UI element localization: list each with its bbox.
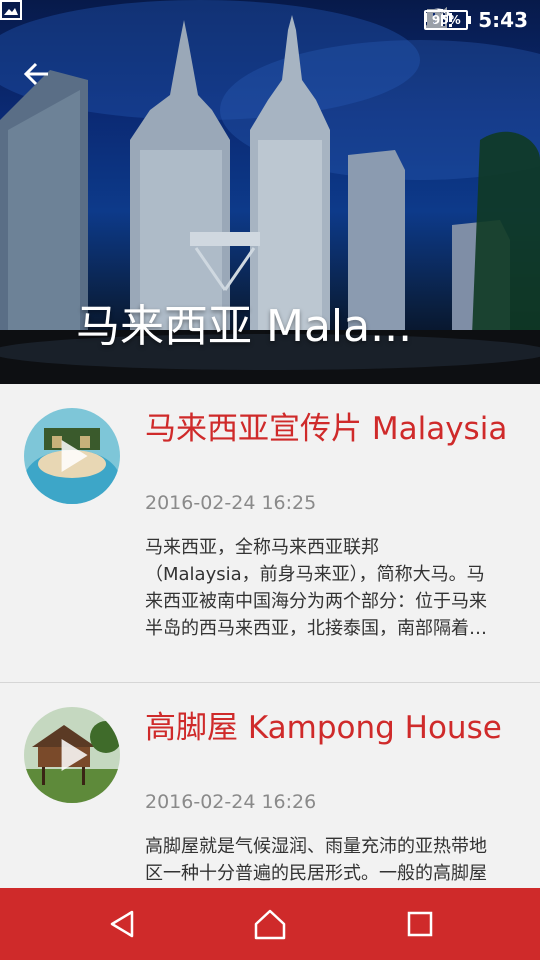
item-date: 2016-02-24 16:25 xyxy=(145,492,317,514)
item-title[interactable]: 高脚屋 Kampong House xyxy=(145,709,515,748)
video-thumbnail[interactable] xyxy=(24,408,120,504)
header-hero-image: 95% 5:43 马来西亚 Mala... xyxy=(0,0,540,384)
item-title[interactable]: 马来西亚宣传片 Malaysia xyxy=(145,410,515,449)
back-arrow-icon xyxy=(23,62,48,86)
navigation-bar xyxy=(0,888,540,960)
list-item[interactable]: 马来西亚宣传片 Malaysia 2016-02-24 16:25 马来西亚，全… xyxy=(0,384,540,683)
list-item[interactable]: 高脚屋 Kampong House 2016-02-24 16:26 高脚屋就是… xyxy=(0,683,540,888)
status-bar: 95% 5:43 xyxy=(0,0,540,40)
clock: 5:43 xyxy=(478,8,528,32)
video-thumbnail[interactable] xyxy=(24,707,120,803)
play-icon xyxy=(61,739,88,771)
triangle-back-icon[interactable] xyxy=(104,906,140,942)
item-date: 2016-02-24 16:26 xyxy=(145,791,317,813)
square-recents-icon[interactable] xyxy=(402,906,438,942)
home-icon[interactable] xyxy=(252,906,288,942)
gallery-notification-icon xyxy=(0,0,22,20)
screen: 95% 5:43 马来西亚 Mala... 马来西亚宣传片 Malaysia 2… xyxy=(0,0,540,960)
item-description: 高脚屋就是气候湿润、雨量充沛的亚热带地区一种十分普遍的民居形式。一般的高脚屋下是… xyxy=(145,836,487,884)
play-icon xyxy=(61,440,88,472)
status-icons: 95% 5:43 xyxy=(424,7,528,33)
back-button[interactable] xyxy=(22,60,62,100)
battery-indicator: 95% xyxy=(424,10,472,30)
page-title: 马来西亚 Mala... xyxy=(76,301,413,352)
item-description: 马来西亚，全称马来西亚联邦（Malaysia，前身马来亚），简称大马。马来西亚被… xyxy=(145,537,487,639)
video-list[interactable]: 马来西亚宣传片 Malaysia 2016-02-24 16:25 马来西亚，全… xyxy=(0,384,540,888)
